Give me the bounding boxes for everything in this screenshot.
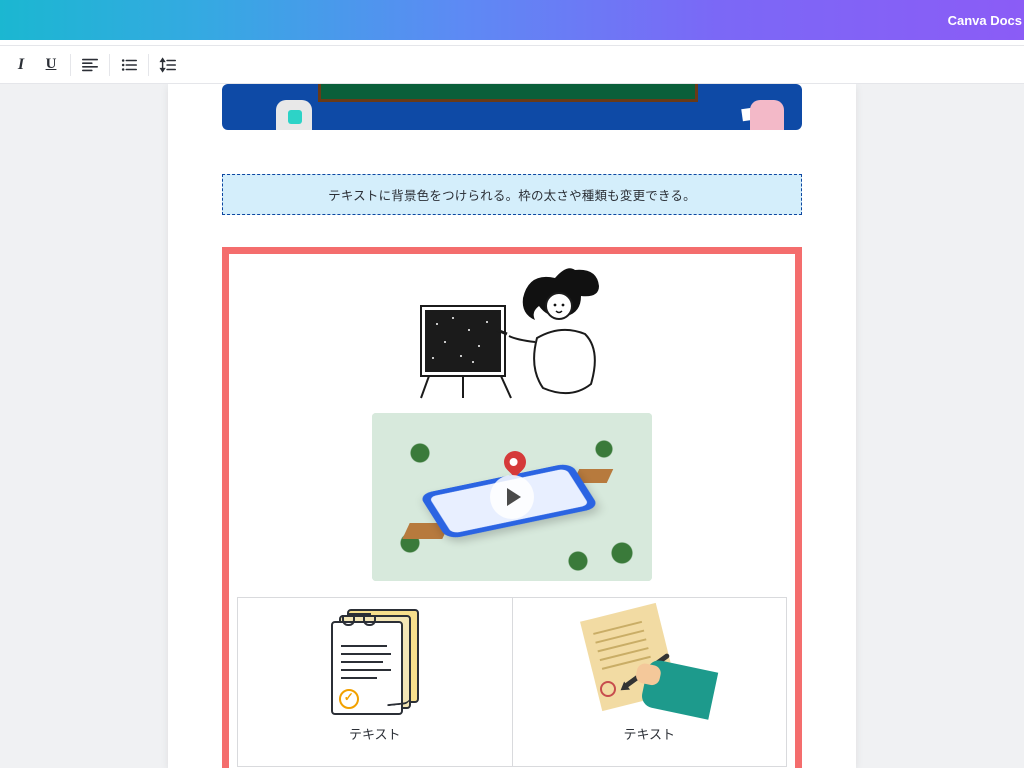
card-cell[interactable]: テキスト [238, 598, 513, 766]
align-button[interactable] [75, 51, 105, 79]
underline-icon: U [46, 56, 57, 73]
toolbar-divider [70, 54, 71, 76]
app-brand: Canva Docs [948, 13, 1024, 28]
play-icon[interactable] [490, 475, 534, 519]
card-table: テキスト テキスト [237, 597, 787, 767]
app-header: Canva Docs [0, 0, 1024, 40]
underline-button[interactable]: U [36, 51, 66, 79]
line-spacing-icon [159, 56, 177, 74]
toolbar-divider [148, 54, 149, 76]
video-thumbnail[interactable] [372, 413, 652, 581]
card-label: テキスト [523, 724, 777, 743]
list-bullet-icon [120, 56, 138, 74]
student-left-graphic [266, 86, 324, 130]
card-cell[interactable]: テキスト [513, 598, 787, 766]
toolbar-divider [109, 54, 110, 76]
line-spacing-button[interactable] [153, 51, 183, 79]
highlighted-section: テキスト テキスト [222, 247, 802, 768]
bulleted-list-button[interactable] [114, 51, 144, 79]
hero-illustration [222, 84, 802, 130]
chalkboard-graphic [318, 84, 698, 102]
document-page[interactable]: テキストに背景色をつけられる。枠の太さや種類も変更できる。 [168, 84, 856, 768]
italic-icon: I [18, 56, 24, 74]
card-label: テキスト [248, 724, 502, 743]
italic-button[interactable]: I [6, 51, 36, 79]
legal-document-icon [329, 609, 421, 717]
info-callout[interactable]: テキストに背景色をつけられる。枠の太さや種類も変更できる。 [222, 174, 802, 215]
painter-illustration[interactable] [407, 264, 617, 404]
info-callout-text: テキストに背景色をつけられる。枠の太さや種類も変更できる。 [328, 189, 696, 203]
hand-signing-icon [584, 609, 714, 717]
format-toolbar: I U [0, 46, 1024, 84]
editor-workspace: テキストに背景色をつけられる。枠の太さや種類も変更できる。 [0, 84, 1024, 768]
align-left-icon [81, 56, 99, 74]
student-right-graphic [732, 86, 796, 130]
